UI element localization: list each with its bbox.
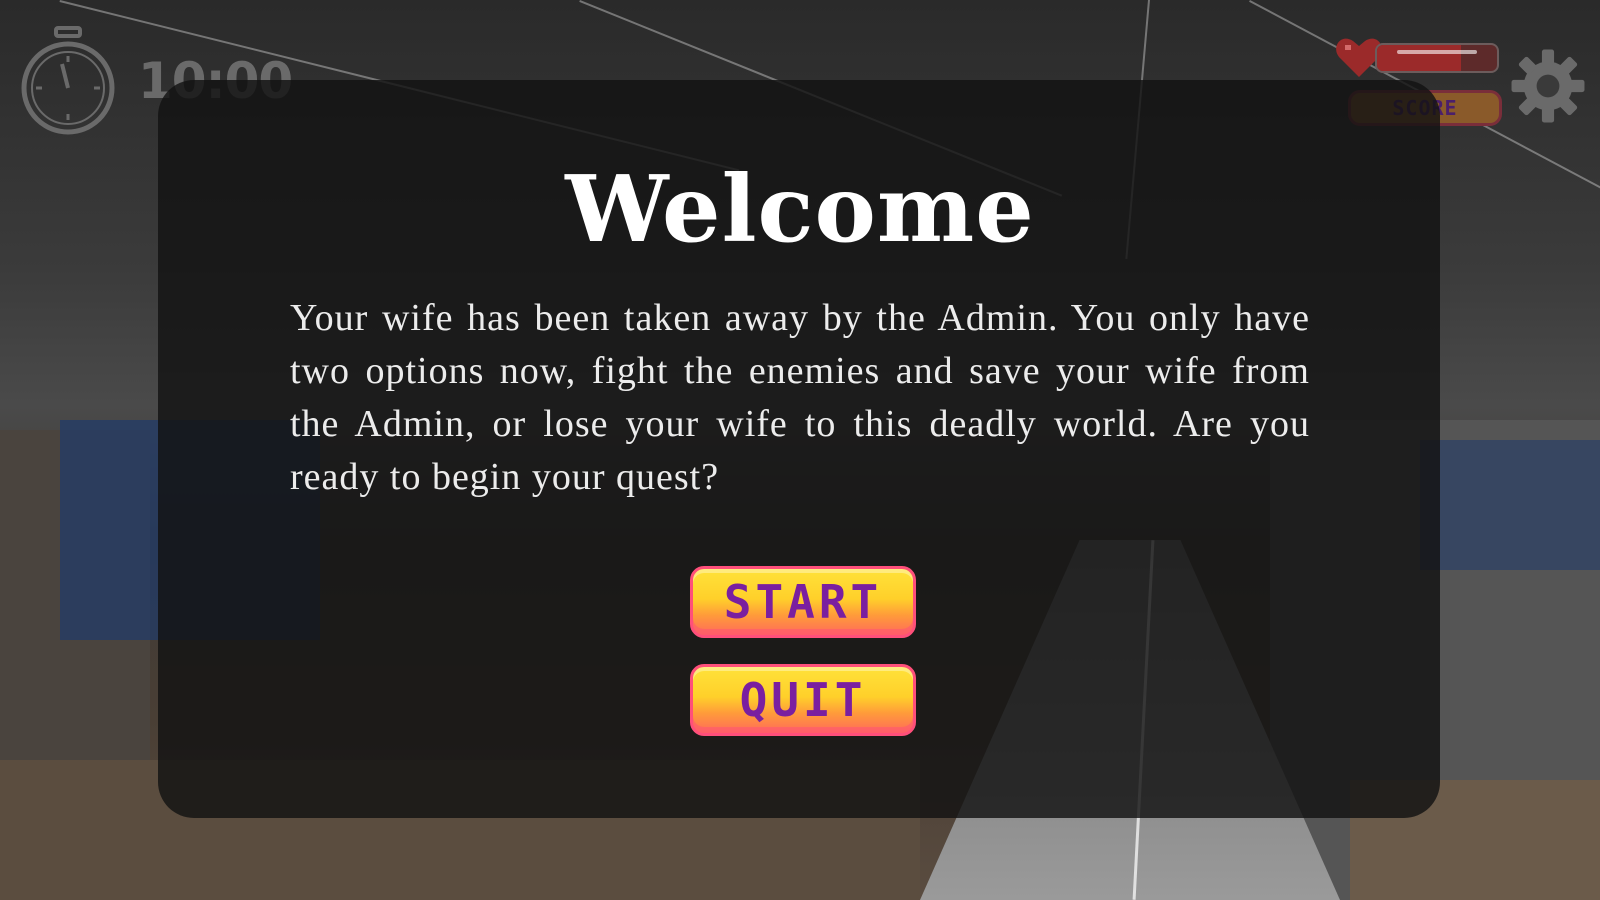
- quit-button[interactable]: QUIT: [690, 664, 916, 736]
- start-button[interactable]: START: [690, 566, 916, 638]
- gear-icon[interactable]: [1510, 48, 1586, 124]
- health-bar-shine: [1397, 50, 1477, 54]
- background-block: [1420, 440, 1600, 570]
- health-bar-fill: [1377, 45, 1461, 71]
- dialog-message: Your wife has been taken away by the Adm…: [290, 297, 1310, 498]
- stopwatch-icon: [21, 26, 115, 135]
- health-bar: [1375, 43, 1499, 73]
- dialog-title: Welcome: [565, 155, 1035, 263]
